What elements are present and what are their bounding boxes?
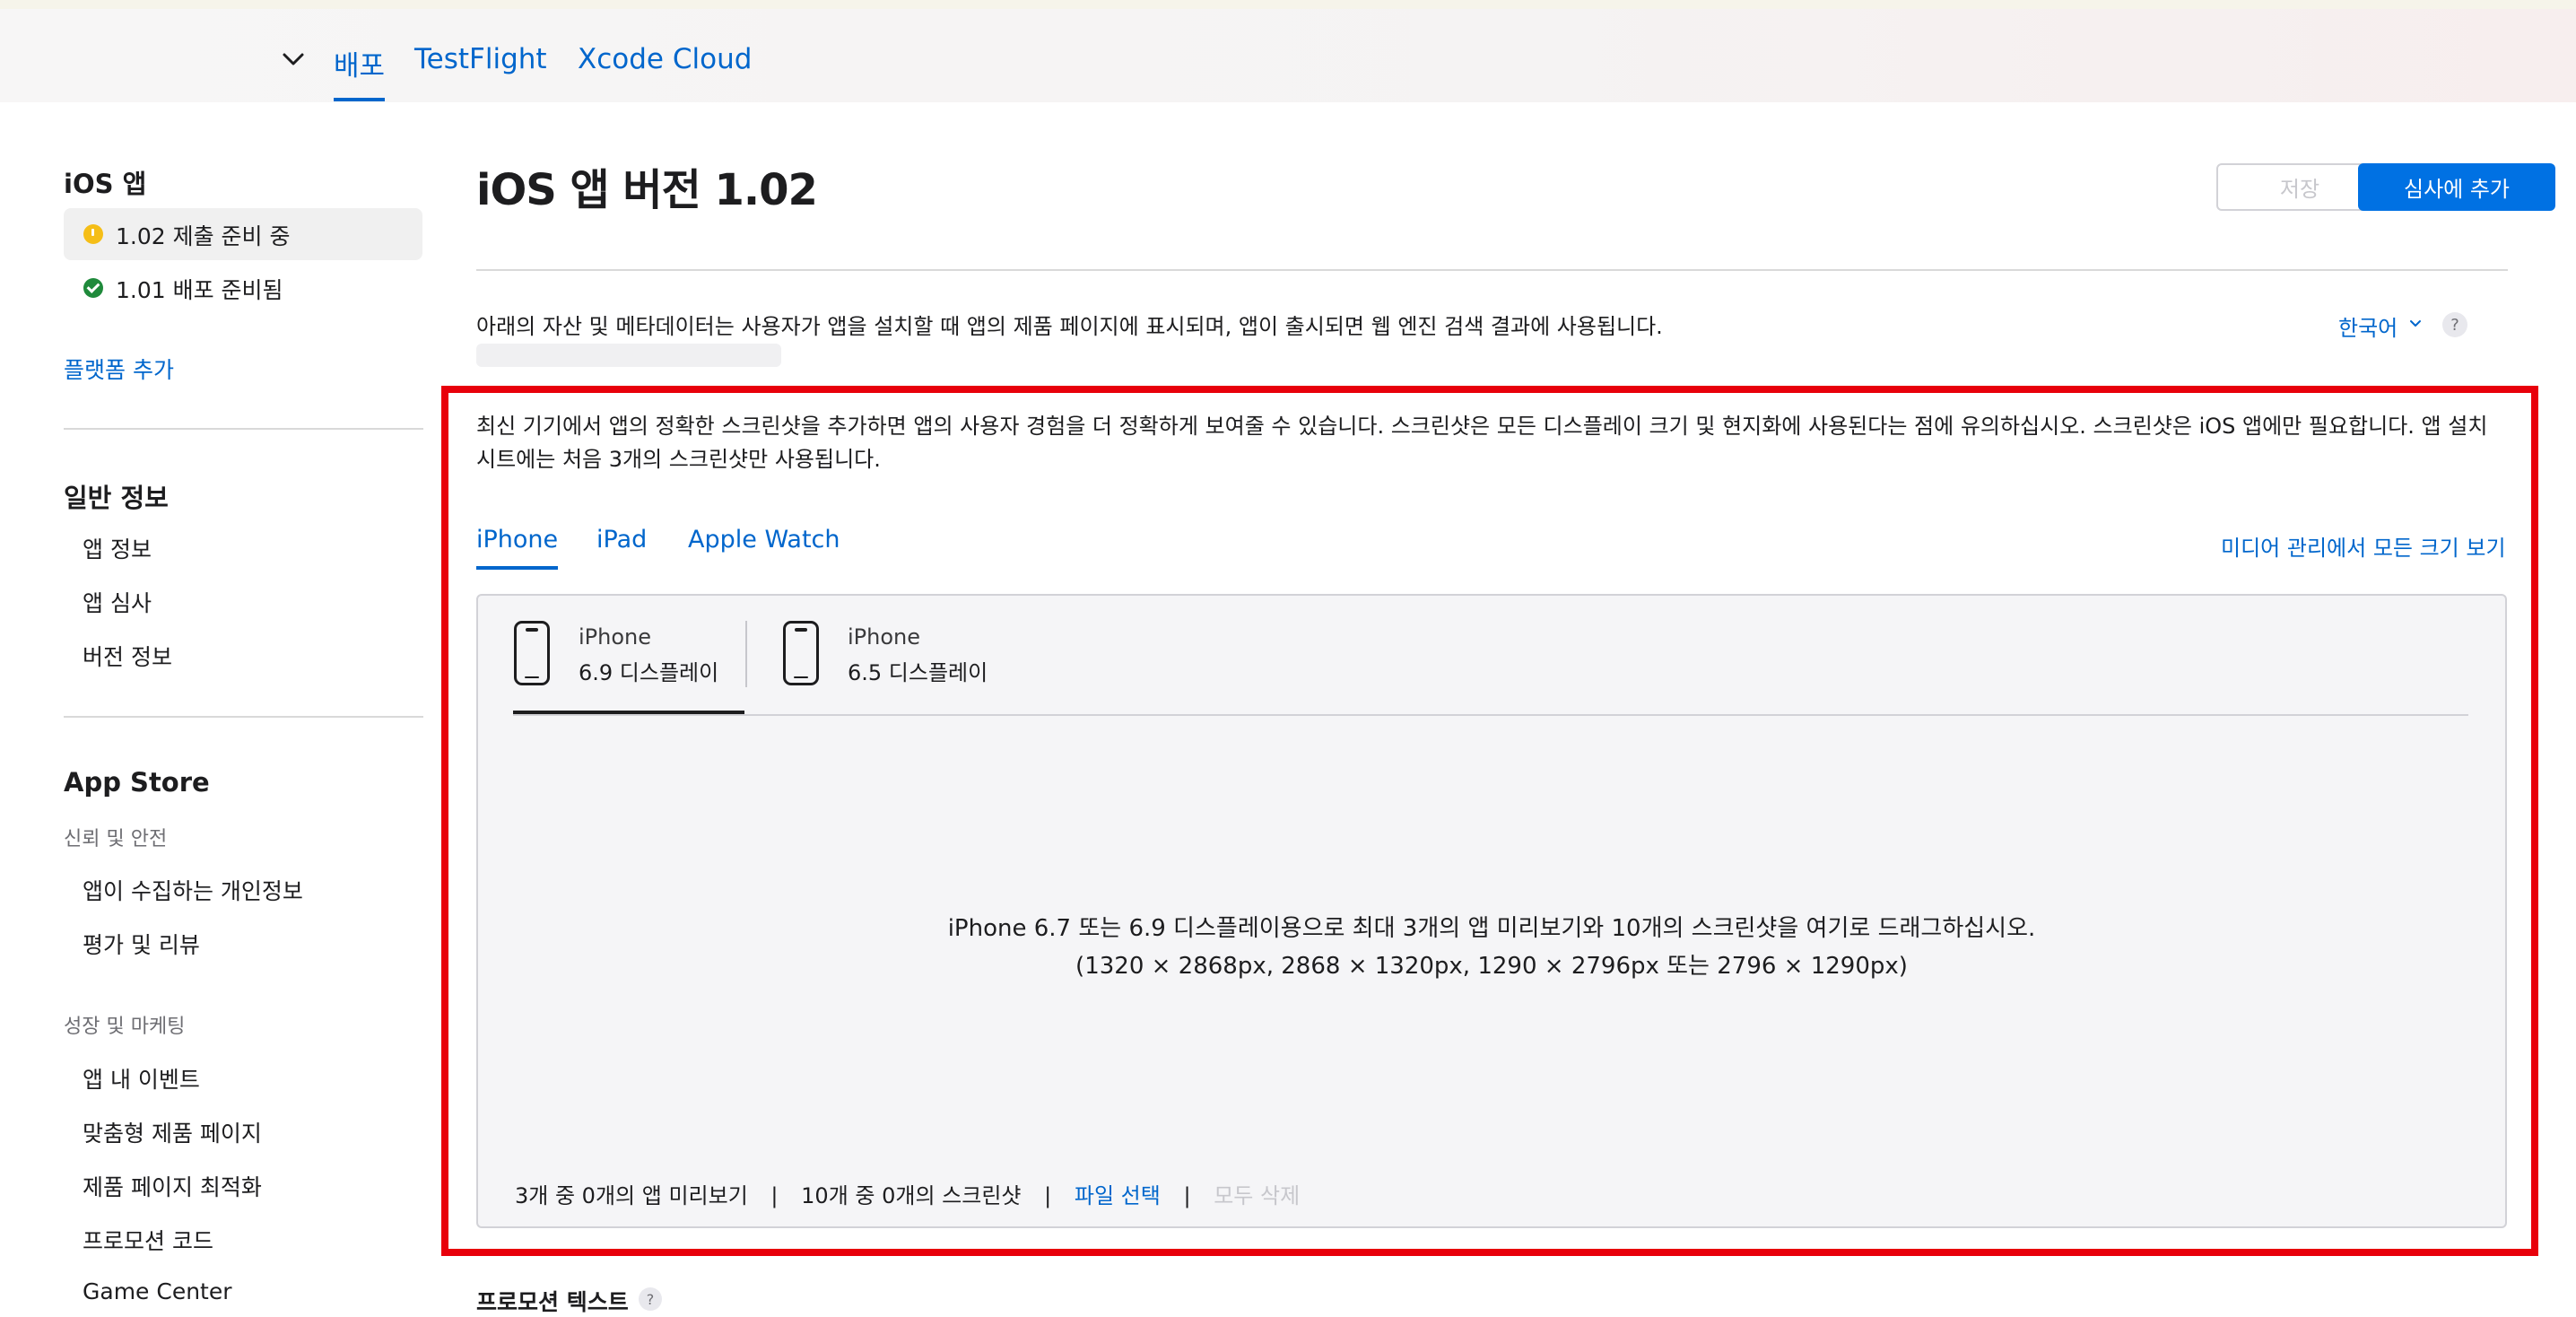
- tab-xcode-cloud[interactable]: Xcode Cloud: [578, 43, 752, 75]
- dropzone-instructions: iPhone 6.7 또는 6.9 디스플레이용으로 최대 3개의 앱 미리보기…: [947, 915, 2036, 942]
- ready-status-icon: [83, 278, 103, 298]
- dropzone-footer: 3개 중 0개의 앱 미리보기 | 10개 중 0개의 스크린샷 | 파일 선택…: [515, 1178, 1316, 1209]
- sidebar-item-custom-pages[interactable]: 맞춤형 제품 페이지: [83, 1116, 262, 1148]
- sidebar-version-label: 1.02 제출 준비 중: [116, 223, 291, 249]
- sidebar-version-label: 1.01 배포 준비됨: [116, 277, 283, 303]
- blurred-placeholder: [476, 344, 781, 367]
- separator: |: [1183, 1183, 1191, 1208]
- language-selector[interactable]: 한국어: [2338, 310, 2398, 342]
- tab-testflight[interactable]: TestFlight: [414, 43, 547, 75]
- screenshot-description: 최신 기기에서 앱의 정확한 스크린샷을 추가하면 앱의 사용자 경험을 더 정…: [476, 414, 2488, 472]
- sidebar-subheading-trust: 신뢰 및 안전: [64, 828, 168, 850]
- intro-text: 아래의 자산 및 메타데이터는 사용자가 앱을 설치할 때 앱의 제품 페이지에…: [476, 314, 1663, 339]
- chevron-down-icon[interactable]: [2407, 316, 2424, 332]
- pending-status-icon: [83, 224, 103, 244]
- sidebar-item-in-app-events[interactable]: 앱 내 이벤트: [83, 1062, 200, 1095]
- sidebar-heading-ios-app: iOS 앱: [64, 169, 147, 199]
- sidebar-item-privacy[interactable]: 앱이 수집하는 개인정보: [83, 874, 303, 906]
- top-navigation: [0, 9, 2576, 102]
- device-name: iPhone: [579, 624, 652, 650]
- help-icon[interactable]: ?: [2442, 312, 2467, 337]
- title-divider: [476, 269, 2508, 271]
- page-title: iOS 앱 버전 1.02: [476, 165, 818, 215]
- preview-count: 3개 중 0개의 앱 미리보기: [515, 1183, 748, 1208]
- sidebar-version-1-01[interactable]: 1.01 배포 준비됨: [64, 262, 422, 314]
- device-option-6-9[interactable]: iPhone 6.9 디스플레이: [514, 619, 729, 709]
- sidebar-item-game-center[interactable]: Game Center: [83, 1278, 232, 1304]
- sidebar-item-promo-codes[interactable]: 프로모션 코드: [83, 1224, 213, 1256]
- choose-file-link[interactable]: 파일 선택: [1075, 1183, 1161, 1208]
- separator: |: [770, 1183, 779, 1208]
- view-all-sizes-link[interactable]: 미디어 관리에서 모든 크기 보기: [2221, 530, 2506, 562]
- iphone-icon: [783, 621, 819, 685]
- sidebar-item-app-review[interactable]: 앱 심사: [83, 586, 152, 618]
- sidebar-version-1-02[interactable]: 1.02 제출 준비 중: [64, 208, 422, 260]
- sidebar-heading-app-store: App Store: [64, 767, 210, 798]
- device-separator: [745, 621, 747, 687]
- sidebar-item-ratings[interactable]: 평가 및 리뷰: [83, 928, 200, 960]
- device-name: iPhone: [848, 624, 921, 650]
- help-icon[interactable]: ?: [639, 1287, 662, 1311]
- sidebar-divider: [64, 716, 423, 718]
- device-tabs-divider: [513, 714, 2468, 716]
- delete-all-link[interactable]: 모두 삭제: [1214, 1183, 1300, 1208]
- separator: |: [1044, 1183, 1052, 1208]
- promo-text-heading: 프로모션 텍스트: [476, 1289, 629, 1315]
- top-strip: [0, 0, 2576, 9]
- sidebar-subheading-growth: 성장 및 마케팅: [64, 1016, 186, 1038]
- device-option-6-5[interactable]: iPhone 6.5 디스플레이: [783, 619, 998, 709]
- device-size: 6.9 디스플레이: [579, 660, 719, 685]
- tab-ipad[interactable]: iPad: [596, 526, 647, 554]
- tab-iphone[interactable]: iPhone: [476, 526, 559, 570]
- screenshot-count: 10개 중 0개의 스크린샷: [801, 1183, 1022, 1208]
- sidebar-heading-general: 일반 정보: [64, 483, 169, 513]
- sidebar-divider: [64, 428, 423, 430]
- sidebar-item-version-info[interactable]: 버전 정보: [83, 640, 172, 672]
- sidebar-item-app-info[interactable]: 앱 정보: [83, 532, 152, 564]
- iphone-icon: [514, 621, 550, 685]
- tab-distribution[interactable]: 배포: [334, 43, 386, 101]
- tab-apple-watch[interactable]: Apple Watch: [688, 526, 840, 554]
- dropzone-dimensions: (1320 × 2868px, 2868 × 1320px, 1290 × 27…: [1075, 953, 1908, 980]
- device-size: 6.5 디스플레이: [848, 660, 988, 685]
- sidebar-item-page-optimization[interactable]: 제품 페이지 최적화: [83, 1170, 262, 1202]
- add-platform-link[interactable]: 플랫폼 추가: [64, 353, 174, 385]
- chevron-down-icon[interactable]: [279, 45, 308, 74]
- add-to-review-button[interactable]: 심사에 추가: [2358, 163, 2555, 211]
